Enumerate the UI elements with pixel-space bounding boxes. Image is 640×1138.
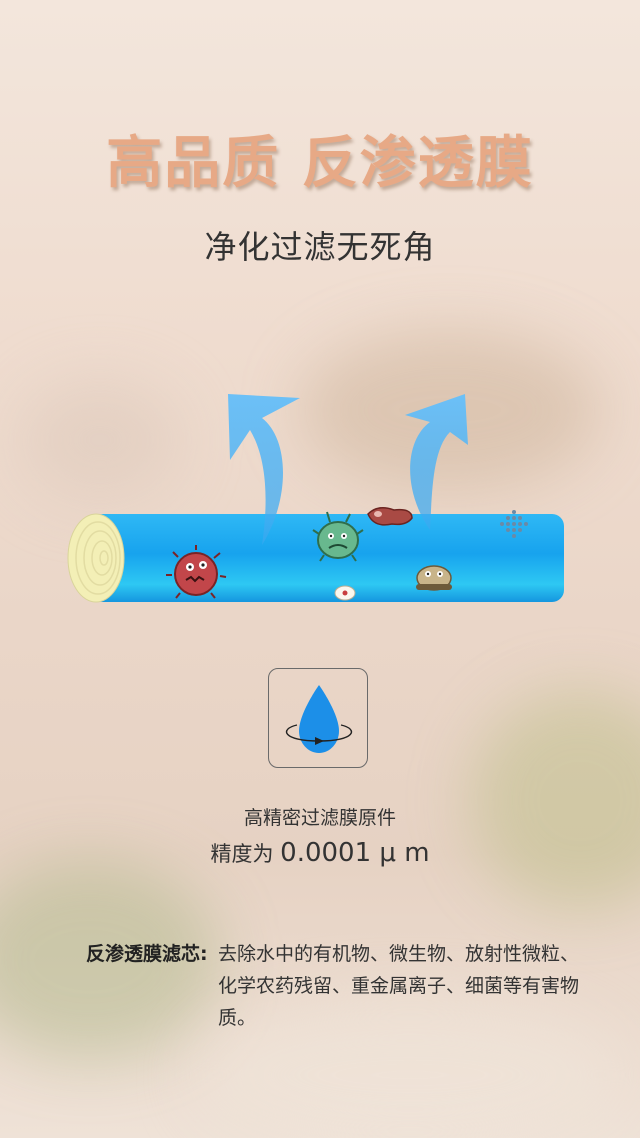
feature-title: 高精密过滤膜原件 <box>243 807 396 829</box>
precision-prefix: 精度为 <box>210 842 281 866</box>
red-particle-icon <box>367 507 413 526</box>
white-particle-icon <box>334 585 356 601</box>
description-label: 反渗透膜滤芯: <box>86 943 208 965</box>
membrane-tube <box>67 513 564 603</box>
precision-line: 精度为 0.0001 μ m <box>0 838 640 868</box>
water-drop-rotation-icon <box>268 668 368 768</box>
headline: 高品质 反渗透膜 <box>106 131 534 196</box>
description-text: 去除水中的有机物、微生物、放射性微粒、化学农药残留、重金属离子、细菌等有害物质。 <box>218 943 580 1029</box>
beige-bug-icon <box>416 565 452 591</box>
subtitle: 净化过滤无死角 <box>204 228 436 266</box>
membrane-illustration <box>67 394 564 603</box>
water-flow-arrow-right <box>405 394 468 530</box>
precision-value: 0.0001 μ m <box>280 838 430 868</box>
description: 反渗透膜滤芯: 去除水中的有机物、微生物、放射性微粒、化学农药残留、重金属离子、… <box>86 938 586 1034</box>
